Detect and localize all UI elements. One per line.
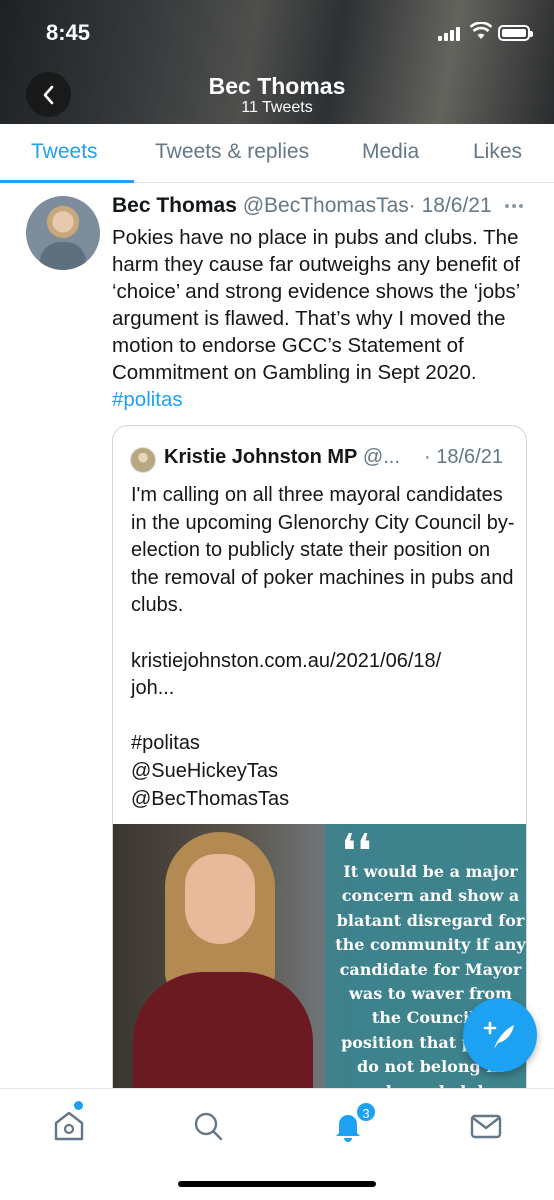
tab-tweets-replies[interactable]: Tweets & replies: [155, 140, 309, 164]
avatar[interactable]: [26, 196, 100, 270]
quoted-author-handle: @...: [362, 446, 400, 468]
status-time: 8:45: [46, 20, 91, 45]
tab-media[interactable]: Media: [362, 140, 419, 164]
profile-name-title: Bec Thomas: [208, 73, 346, 99]
person-photo: [123, 832, 323, 1104]
quoted-avatar: [130, 447, 156, 473]
tab-likes[interactable]: Likes: [473, 140, 522, 164]
active-tab-indicator: [0, 180, 134, 183]
home-indicator[interactable]: [178, 1181, 376, 1187]
compose-tweet-button[interactable]: [463, 998, 537, 1072]
tab-tweets[interactable]: Tweets: [31, 140, 98, 164]
tweet-header: Bec Thomas @BecThomasTas· 18/6/21: [112, 194, 492, 218]
profile-tabs: Tweets Tweets & replies Media Likes: [0, 124, 554, 183]
search-icon[interactable]: [191, 1109, 225, 1143]
battery-icon: [498, 25, 533, 41]
quoted-tweet-text: I'm calling on all three mayoral candida…: [131, 484, 515, 810]
quoted-tweet-header: Kristie Johnston MP @...: [164, 446, 400, 469]
tweet-date: · 18/6/21: [408, 194, 492, 217]
quoted-tweet-date: · 18/6/21: [424, 446, 503, 468]
quoted-tweet[interactable]: Kristie Johnston MP @... · 18/6/21 I'm c…: [112, 425, 527, 1105]
tweet-author-handle: @BecThomasTas: [242, 194, 409, 217]
more-options-icon[interactable]: [505, 204, 523, 208]
signal-icon: [438, 27, 464, 41]
tweet-text: Pokies have no place in pubs and clubs. …: [112, 224, 532, 413]
home-icon[interactable]: [52, 1109, 86, 1143]
tweet-body: Pokies have no place in pubs and clubs. …: [112, 226, 520, 384]
notifications-badge: 3: [355, 1101, 377, 1123]
tweet-count: 11 Tweets: [241, 99, 313, 116]
tweet-author-name[interactable]: Bec Thomas: [112, 194, 237, 217]
quoted-author-name: Kristie Johnston MP: [164, 446, 358, 468]
status-bar: 8:45: [0, 0, 554, 64]
wifi-icon: [470, 22, 492, 39]
messages-icon[interactable]: [469, 1109, 503, 1143]
compose-icon: [483, 1021, 514, 1049]
hashtag-link[interactable]: #politas: [112, 388, 183, 411]
quoted-tweet-image[interactable]: ❛❛ It would be a major concern and show …: [113, 824, 526, 1104]
home-unread-dot: [74, 1101, 83, 1110]
